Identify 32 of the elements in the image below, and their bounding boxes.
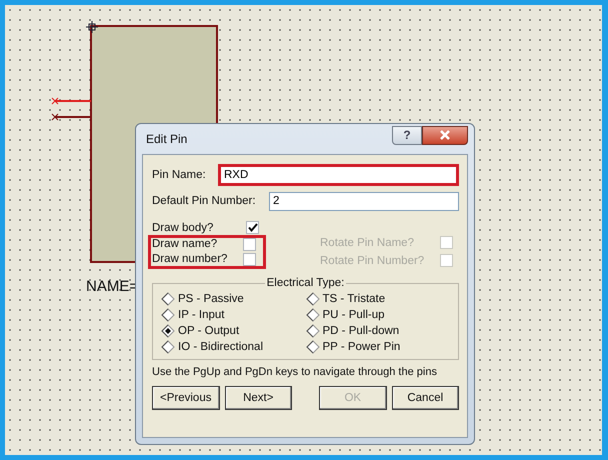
- checkbox-label: Draw number?: [152, 253, 228, 265]
- window-title: Edit Pin: [145, 132, 188, 146]
- radio-option[interactable]: PD - Pull-down: [306, 323, 450, 339]
- dialog-button[interactable]: Cancel: [392, 386, 459, 410]
- group-title: Electrical Type:: [266, 277, 346, 289]
- checkbox-label: Draw body?: [152, 222, 214, 234]
- field-label: Pin Name:: [152, 169, 207, 181]
- check-icon: [248, 223, 258, 232]
- checkbox[interactable]: [246, 221, 259, 234]
- crosshair-icon: [86, 20, 98, 34]
- checkbox[interactable]: [243, 252, 256, 266]
- checkbox-label: Rotate Pin Name?: [320, 236, 415, 248]
- field-label: Default Pin Number:: [152, 195, 257, 207]
- radio-option[interactable]: TS - Tristate: [306, 291, 450, 307]
- pin-number-field[interactable]: 2: [269, 192, 459, 210]
- radio-option[interactable]: IP - Input: [161, 307, 306, 323]
- radio-option[interactable]: PU - Pull-up: [306, 307, 450, 323]
- part-label: NAME=: [86, 278, 138, 295]
- radio-option[interactable]: PP - Power Pin: [306, 339, 450, 355]
- close-icon: [439, 130, 451, 140]
- radio-option[interactable]: OP - Output: [161, 323, 306, 339]
- dialog-button[interactable]: Next>: [224, 386, 292, 410]
- checkbox[interactable]: [243, 238, 256, 250]
- pin-name-field[interactable]: RXD: [218, 164, 459, 186]
- close-button[interactable]: [422, 126, 468, 144]
- checkbox-label: Rotate Pin Number?: [320, 254, 426, 266]
- checkbox-label: Draw name?: [152, 238, 218, 250]
- radio-option[interactable]: IO - Bidirectional: [161, 339, 306, 355]
- help-button[interactable]: ?: [392, 126, 422, 144]
- radio-option[interactable]: PS - Passive: [161, 291, 306, 307]
- dialog-button[interactable]: <Previous: [152, 386, 220, 410]
- hint-text: Use the PgUp and PgDn keys to navigate through the pins: [152, 366, 438, 378]
